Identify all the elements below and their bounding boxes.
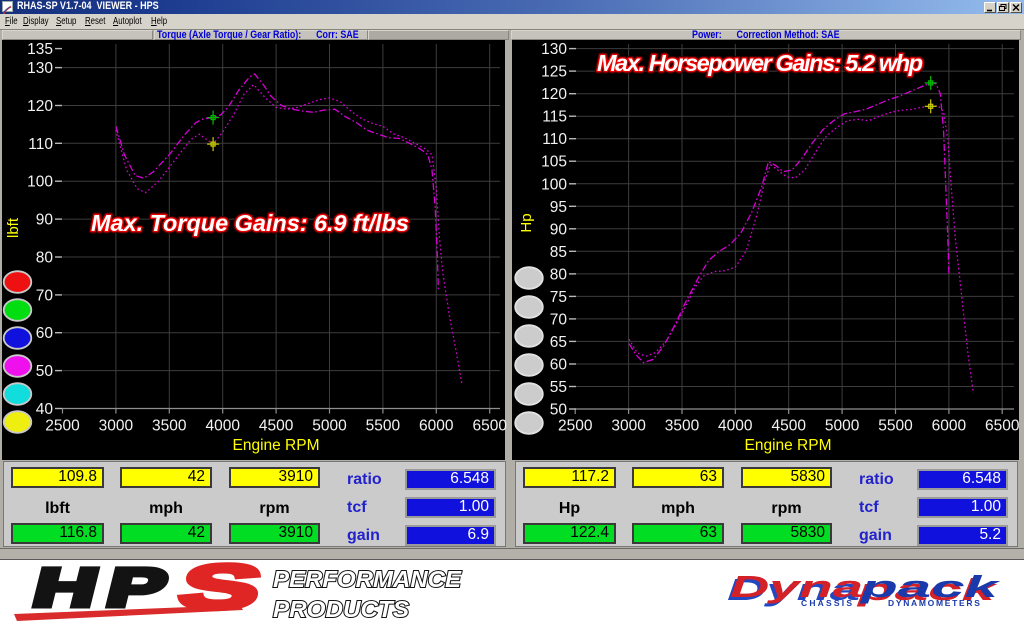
svg-text:4000: 4000 xyxy=(205,418,240,435)
svg-text:65: 65 xyxy=(550,334,567,351)
svg-text:70: 70 xyxy=(36,287,54,304)
svg-text:70: 70 xyxy=(550,311,568,328)
svg-text:5000: 5000 xyxy=(312,418,347,435)
svg-text:135: 135 xyxy=(27,41,53,58)
svg-text:110: 110 xyxy=(542,131,567,148)
svg-text:lbft: lbft xyxy=(5,217,22,238)
svg-text:130: 130 xyxy=(27,60,53,77)
svg-text:80: 80 xyxy=(36,250,54,267)
svg-text:50: 50 xyxy=(36,363,54,380)
svg-text:50: 50 xyxy=(550,402,568,419)
svg-text:PRODUCTS: PRODUCTS xyxy=(273,596,410,621)
svg-text:2500: 2500 xyxy=(558,418,593,435)
svg-text:3500: 3500 xyxy=(152,418,187,435)
svg-text:S: S xyxy=(173,560,269,621)
svg-text:5000: 5000 xyxy=(825,418,860,435)
svg-text:Max. Torque Gains: 6.9 ft/lbs: Max. Torque Gains: 6.9 ft/lbs xyxy=(91,210,409,236)
svg-text:125: 125 xyxy=(541,64,567,81)
svg-text:130: 130 xyxy=(541,41,567,58)
svg-text:PERFORMANCE: PERFORMANCE xyxy=(273,566,462,592)
svg-text:6000: 6000 xyxy=(419,418,454,435)
svg-text:90: 90 xyxy=(36,212,54,229)
svg-text:Engine RPM: Engine RPM xyxy=(232,437,319,454)
svg-text:Max. Horsepower Gains: 5.2 wh: Max. Horsepower Gains: 5.2 whp xyxy=(597,50,923,76)
svg-text:105: 105 xyxy=(541,154,567,171)
svg-text:2500: 2500 xyxy=(45,418,80,435)
svg-text:4500: 4500 xyxy=(771,418,806,435)
svg-text:40: 40 xyxy=(36,401,54,418)
svg-text:CHASSIS: CHASSIS xyxy=(801,598,854,608)
svg-text:60: 60 xyxy=(550,357,568,374)
svg-text:6500: 6500 xyxy=(985,418,1020,435)
svg-text:95: 95 xyxy=(550,199,567,216)
svg-text:60: 60 xyxy=(36,325,54,342)
svg-text:5500: 5500 xyxy=(366,418,401,435)
svg-text:4500: 4500 xyxy=(259,418,294,435)
svg-text:Hp: Hp xyxy=(518,213,535,232)
svg-text:3500: 3500 xyxy=(665,418,700,435)
svg-text:100: 100 xyxy=(27,174,53,191)
svg-text:100: 100 xyxy=(541,176,567,193)
svg-text:5500: 5500 xyxy=(878,418,913,435)
svg-text:3000: 3000 xyxy=(611,418,646,435)
svg-text:HP: HP xyxy=(27,560,184,618)
svg-text:55: 55 xyxy=(550,379,567,396)
svg-text:90: 90 xyxy=(550,221,568,238)
svg-text:120: 120 xyxy=(27,98,53,115)
svg-text:75: 75 xyxy=(550,289,567,306)
svg-text:110: 110 xyxy=(28,136,53,153)
svg-text:6000: 6000 xyxy=(932,418,967,435)
svg-text:Engine RPM: Engine RPM xyxy=(744,437,831,454)
svg-text:115: 115 xyxy=(542,109,567,126)
svg-text:DYNAMOMETERS: DYNAMOMETERS xyxy=(888,598,982,608)
svg-text:4000: 4000 xyxy=(718,418,753,435)
svg-text:80: 80 xyxy=(550,266,568,283)
svg-text:6500: 6500 xyxy=(472,418,507,435)
svg-text:120: 120 xyxy=(541,86,567,103)
svg-text:3000: 3000 xyxy=(99,418,134,435)
svg-text:85: 85 xyxy=(550,244,567,261)
